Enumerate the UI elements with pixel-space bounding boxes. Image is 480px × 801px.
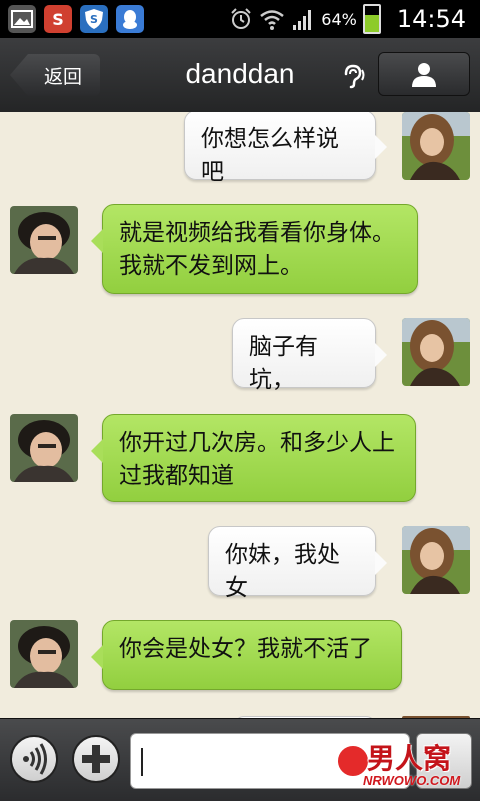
voice-input-button[interactable] xyxy=(10,735,58,783)
battery-percent: 64% xyxy=(321,9,357,29)
message-bubble[interactable]: 你开过几次房。和多少人上过我都知道 xyxy=(91,414,416,502)
message-list[interactable]: 你想怎么样说吧 就是视频给我看看你身体。我就不发到网上。 脑子有坑， 你开过几次… xyxy=(0,112,480,718)
watermark-url: NRWOWO.COM xyxy=(363,773,461,788)
message-bubble[interactable]: 你想怎么样说吧 xyxy=(184,112,387,185)
battery-icon xyxy=(362,4,381,34)
add-attachment-button[interactable] xyxy=(72,735,120,783)
status-bar: S S 64% 14:54 xyxy=(0,0,480,38)
gallery-icon xyxy=(8,5,36,33)
avatar-her[interactable] xyxy=(402,112,470,180)
svg-text:S: S xyxy=(90,13,98,26)
clock: 14:54 xyxy=(396,5,466,33)
contact-profile-button[interactable] xyxy=(378,52,470,96)
message-bubble[interactable]: 就是视频给我看看你身体。我就不发到网上。 xyxy=(91,204,418,294)
person-icon xyxy=(412,63,436,87)
message-bubble[interactable]: 你会是处女？我就不活了 xyxy=(91,620,402,690)
avatar-her[interactable] xyxy=(402,318,470,386)
avatar-her[interactable] xyxy=(402,526,470,594)
sina-weibo-icon: S xyxy=(44,5,72,33)
message-bubble[interactable]: 脑子有坑， xyxy=(232,318,387,393)
wifi-icon xyxy=(260,10,285,30)
avatar-him[interactable] xyxy=(10,620,78,688)
earpiece-mode-icon[interactable] xyxy=(340,62,368,90)
notification-icons: S S xyxy=(8,5,144,33)
system-status: 64% 14:54 xyxy=(229,0,466,38)
qq-icon xyxy=(116,5,144,33)
input-bar: 男人窝 NRWOWO.COM xyxy=(0,718,480,801)
watermark: 男人窝 NRWOWO.COM xyxy=(305,731,480,799)
voice-input-icon xyxy=(23,743,47,775)
security-shield-icon: S xyxy=(80,5,108,33)
text-caret xyxy=(141,748,143,776)
avatar-him[interactable] xyxy=(10,414,78,482)
alarm-icon xyxy=(231,8,251,29)
avatar-him[interactable] xyxy=(10,206,78,274)
plus-icon xyxy=(82,745,110,773)
signal-icon xyxy=(293,10,312,30)
message-bubble[interactable]: 你妹，我处女 xyxy=(208,526,387,601)
chat-header: 返回 danddan xyxy=(0,38,480,114)
watermark-brand: 男人窝 xyxy=(367,742,452,775)
